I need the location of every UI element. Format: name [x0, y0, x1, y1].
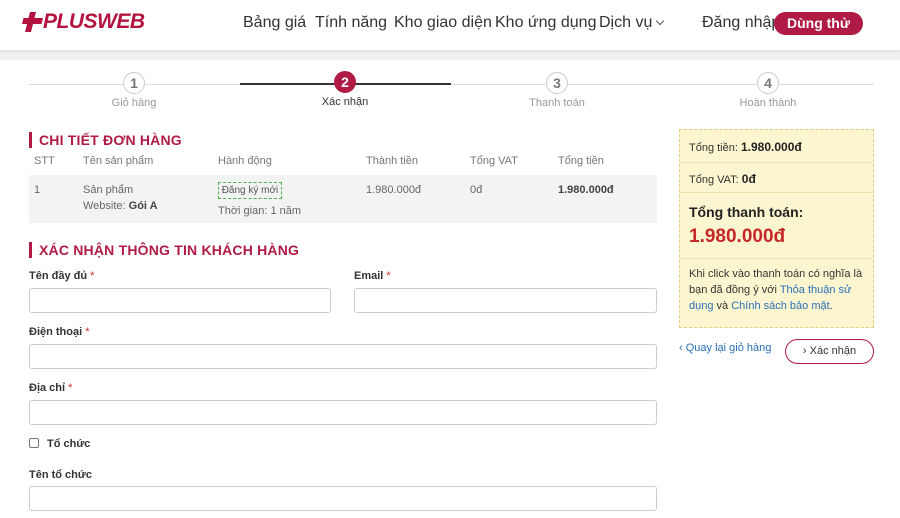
- trial-button[interactable]: Dùng thử: [774, 12, 863, 35]
- table-row: [29, 175, 657, 223]
- th-stt: STT: [34, 155, 55, 167]
- logo-web-text: WEB: [97, 10, 145, 33]
- email-label: Email *: [354, 270, 391, 282]
- th-action: Hành động: [218, 155, 272, 167]
- summary-divider: [680, 162, 873, 163]
- fullname-input[interactable]: [29, 288, 331, 313]
- th-vat: Tổng VAT: [470, 155, 518, 167]
- step-4-circle: 4: [757, 72, 779, 94]
- row-amount: 1.980.000đ: [366, 184, 422, 196]
- summary-total-value: 1.980.000đ: [689, 226, 786, 247]
- order-summary: Tổng tiền: 1.980.000đ Tổng VAT: 0đ Tổng …: [679, 129, 874, 328]
- th-total: Tổng tiền: [558, 155, 604, 167]
- step-connector: [451, 84, 874, 85]
- phone-input[interactable]: [29, 344, 657, 369]
- organization-checkbox-label[interactable]: Tổ chức: [47, 438, 90, 450]
- row-total: 1.980.000đ: [558, 184, 614, 196]
- organization-name-input[interactable]: [29, 486, 657, 511]
- site-header: PLUSWEB Bảng giá Tính năng Kho giao diện…: [0, 0, 900, 51]
- row-stt: 1: [34, 184, 41, 196]
- address-label: Địa chỉ *: [29, 382, 73, 394]
- status-badge: Đăng ký mới: [218, 182, 282, 199]
- step-1-label: Giỏ hàng: [111, 97, 157, 109]
- plus-logo-icon: [21, 9, 47, 35]
- step-4-label: Hoàn thành: [739, 97, 797, 109]
- order-details-title: CHI TIẾT ĐƠN HÀNG: [29, 132, 182, 148]
- plusweb-logo[interactable]: PLUSWEB: [21, 9, 145, 35]
- row-vat: 0đ: [470, 184, 483, 196]
- privacy-link[interactable]: Chính sách bảo mật: [731, 300, 829, 312]
- step-1-circle: 1: [123, 72, 145, 94]
- login-link[interactable]: Đăng nhập: [702, 14, 780, 32]
- row-total-value: 1.980.000đ: [558, 184, 614, 196]
- row-product: Sản phẩm: [83, 184, 134, 196]
- address-input[interactable]: [29, 400, 657, 425]
- back-to-cart-link[interactable]: ‹ Quay lại giỏ hàng: [679, 342, 771, 354]
- step-2-circle: 2: [334, 71, 356, 93]
- row-website-value: Gói A: [128, 200, 158, 212]
- fullname-label: Tên đầy đủ *: [29, 270, 95, 282]
- summary-vat-value: 0đ: [741, 172, 756, 186]
- customer-info-title: XÁC NHẬN THÔNG TIN KHÁCH HÀNG: [29, 242, 299, 258]
- phone-label: Điện thoại *: [29, 326, 90, 338]
- nav-services[interactable]: Dịch vụ: [599, 14, 665, 32]
- nav-pricing[interactable]: Bảng giá: [243, 14, 306, 32]
- terms-note: Khi click vào thanh toán có nghĩa là bạn…: [689, 268, 863, 312]
- confirm-button[interactable]: › Xác nhận: [785, 339, 874, 364]
- nav-apps[interactable]: Kho ứng dụng: [495, 14, 596, 32]
- row-duration: Thời gian: 1 năm: [218, 205, 302, 217]
- summary-total-label: Tổng thanh toán:: [689, 204, 804, 220]
- summary-subtotal: Tổng tiền: 1.980.000đ: [689, 140, 802, 154]
- step-2-label: Xác nhận: [321, 96, 369, 108]
- logo-plus-text: PLUS: [43, 10, 98, 33]
- organization-checkbox[interactable]: [29, 438, 39, 448]
- summary-divider: [680, 258, 873, 259]
- th-product: Tên sản phẩm: [83, 155, 154, 167]
- nav-services-label: Dịch vụ: [599, 14, 653, 31]
- row-website-label: Website:: [83, 200, 129, 212]
- chevron-down-icon: [656, 16, 665, 26]
- step-3-label: Thanh toán: [529, 97, 585, 109]
- th-amount: Thành tiền: [366, 155, 418, 167]
- nav-themes[interactable]: Kho giao diện: [394, 14, 492, 32]
- nav-features[interactable]: Tính năng: [315, 14, 387, 32]
- organization-name-label: Tên tổ chức: [29, 469, 92, 481]
- summary-divider: [680, 192, 873, 193]
- summary-subtotal-value: 1.980.000đ: [740, 140, 802, 154]
- summary-vat: Tổng VAT: 0đ: [689, 172, 756, 186]
- email-input[interactable]: [354, 288, 657, 313]
- row-website: Website: Gói A: [83, 200, 158, 212]
- step-3-circle: 3: [546, 72, 568, 94]
